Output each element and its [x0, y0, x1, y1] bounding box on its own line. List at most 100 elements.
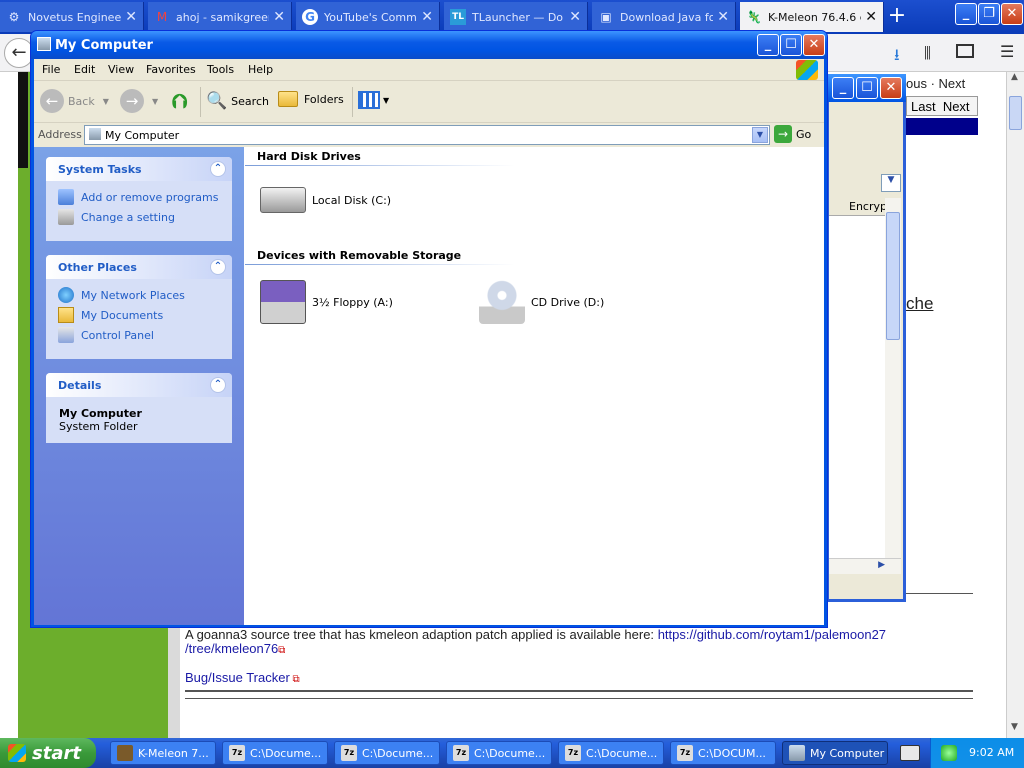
library-icon[interactable]: ⫼	[924, 44, 931, 62]
window-titlebar[interactable]: My Computer _ ☐ ✕	[31, 31, 827, 59]
download-icon[interactable]: ⭳	[894, 44, 900, 71]
chevron-down-icon[interactable]: ▼	[152, 97, 158, 106]
new-tab-button[interactable]: +	[882, 2, 912, 32]
close-icon[interactable]: ✕	[717, 9, 729, 25]
chevron-down-icon[interactable]: ▼	[103, 97, 109, 106]
close-button[interactable]: ✕	[803, 34, 825, 56]
page-nav-buttons[interactable]: Last Next	[906, 96, 978, 116]
views-button[interactable]: ▼	[358, 91, 389, 109]
section-divider	[245, 165, 515, 166]
add-remove-programs-link[interactable]: Add or remove programs	[46, 187, 232, 207]
collapse-icon[interactable]: ⌃	[210, 161, 226, 177]
windows-logo-icon	[796, 60, 818, 80]
documents-icon	[58, 307, 74, 323]
maximize-button[interactable]: ☐	[780, 34, 802, 56]
network-places-link[interactable]: My Network Places	[46, 285, 232, 305]
folders-button[interactable]: Folders	[278, 91, 344, 107]
taskbar-button[interactable]: 7z C:\DOCUM...	[670, 741, 776, 765]
cd-drive-icon	[479, 280, 525, 324]
control-panel-link[interactable]: Control Panel	[46, 325, 232, 345]
system-tray: 9:02 AM	[930, 738, 1024, 768]
github-link-cont[interactable]: /tree/kmeleon76	[185, 641, 278, 656]
restore-button[interactable]: ❐	[978, 3, 1000, 25]
close-icon[interactable]: ✕	[569, 9, 581, 25]
drive-cd[interactable]: CD Drive (D:)	[479, 280, 604, 324]
menu-icon[interactable]: ☰	[1000, 42, 1014, 61]
menu-view[interactable]: View	[108, 63, 134, 76]
address-input[interactable]: My Computer ▼	[84, 125, 770, 145]
panel-header[interactable]: Details ⌃	[46, 373, 232, 397]
maximize-button[interactable]: ☐	[856, 77, 878, 99]
menu-favorites[interactable]: Favorites	[146, 63, 196, 76]
close-icon[interactable]: ✕	[125, 9, 137, 25]
taskbar-button[interactable]: 7z C:\Docume...	[222, 741, 328, 765]
browser-tab[interactable]: ▣ Download Java fo ✕	[592, 2, 736, 32]
go-button[interactable]: → Go	[774, 125, 811, 143]
github-link[interactable]: https://github.com/roytam1/palemoon27	[658, 627, 886, 642]
browser-tab[interactable]: G YouTube's Comm ✕	[296, 2, 440, 32]
section-header-hard-disks: Hard Disk Drives	[257, 150, 361, 163]
browser-tab-active[interactable]: 🦎 K-Meleon 76.4.6 c ✕	[740, 2, 884, 32]
collapse-icon[interactable]: ⌃	[210, 259, 226, 275]
forward-button[interactable]: → ▼	[120, 89, 158, 113]
list-scrollbar[interactable]	[885, 198, 901, 558]
close-button[interactable]: ✕	[880, 77, 902, 99]
my-documents-link[interactable]: My Documents	[46, 305, 232, 325]
section-header-removable: Devices with Removable Storage	[257, 249, 462, 262]
minimize-button[interactable]: _	[955, 3, 977, 25]
close-icon[interactable]: ✕	[865, 9, 877, 25]
dropdown-arrow-icon[interactable]: ▼	[881, 174, 901, 192]
bug-tracker-link[interactable]: Bug/Issue Tracker ⧉	[185, 670, 300, 685]
close-button[interactable]: ✕	[1001, 3, 1023, 25]
taskbar-button[interactable]: 7z C:\Docume...	[334, 741, 440, 765]
search-icon: 🔍	[206, 91, 228, 111]
panel-header[interactable]: Other Places ⌃	[46, 255, 232, 279]
page-link-fragment[interactable]: che	[906, 294, 933, 314]
sidebar-icon[interactable]	[956, 44, 974, 58]
menu-tools[interactable]: Tools	[207, 63, 234, 76]
taskbar-button[interactable]: 7z C:\Docume...	[558, 741, 664, 765]
list-hscrollbar[interactable]: ▶	[829, 558, 901, 574]
control-panel-icon	[58, 209, 74, 225]
browser-tab[interactable]: Mahoj - samikgreen ✕	[148, 2, 292, 32]
browser-tab[interactable]: ⚙ Novetus Engineer ✕	[0, 2, 144, 32]
change-setting-link[interactable]: Change a setting	[46, 207, 232, 227]
start-button[interactable]: start	[0, 738, 96, 768]
minimize-button[interactable]: _	[757, 34, 779, 56]
minimize-button[interactable]: _	[832, 77, 854, 99]
menu-edit[interactable]: Edit	[74, 63, 95, 76]
chevron-down-icon[interactable]: ▼	[752, 127, 768, 143]
up-folder-icon[interactable]: ⮉	[172, 89, 194, 113]
clock[interactable]: 9:02 AM	[969, 746, 1014, 759]
keyboard-icon[interactable]	[900, 745, 920, 761]
drive-local-disk[interactable]: Local Disk (C:)	[260, 187, 391, 213]
search-button[interactable]: 🔍 Search	[206, 91, 269, 111]
taskbar-button[interactable]: 7z C:\Docume...	[446, 741, 552, 765]
kmeleon-icon: 🦎	[746, 10, 762, 24]
menu-help[interactable]: Help	[248, 63, 273, 76]
back-button[interactable]: ← Back ▼	[40, 89, 109, 113]
close-icon[interactable]: ✕	[273, 9, 285, 25]
gmail-icon: M	[156, 10, 168, 24]
page-scrollbar[interactable]: ▲ ▼	[1006, 72, 1024, 738]
task-pane: System Tasks ⌃ Add or remove programs Cha…	[34, 147, 244, 625]
close-icon[interactable]: ✕	[421, 9, 433, 25]
panel-header[interactable]: System Tasks ⌃	[46, 157, 232, 181]
window-title: My Computer	[55, 38, 153, 53]
page-nav-previous[interactable]: ous · Next	[906, 76, 965, 91]
network-icon[interactable]	[941, 745, 957, 761]
menu-file[interactable]: File	[42, 63, 60, 76]
google-icon: G	[302, 9, 318, 25]
chevron-down-icon[interactable]: ▼	[383, 96, 389, 105]
forward-arrow-icon: →	[120, 89, 144, 113]
floppy-drive-icon	[260, 280, 306, 324]
background-window-titlebar: _ ☐ ✕	[826, 74, 906, 102]
7zip-icon: 7z	[229, 745, 245, 761]
computer-icon	[789, 745, 805, 761]
taskbar-button-active[interactable]: My Computer	[782, 741, 888, 765]
collapse-icon[interactable]: ⌃	[210, 377, 226, 393]
browser-tab[interactable]: TL TLauncher — Do ✕	[444, 2, 588, 32]
programs-icon	[58, 189, 74, 205]
taskbar-button[interactable]: K-Meleon 7...	[110, 741, 216, 765]
drive-floppy[interactable]: 3½ Floppy (A:)	[260, 280, 393, 324]
